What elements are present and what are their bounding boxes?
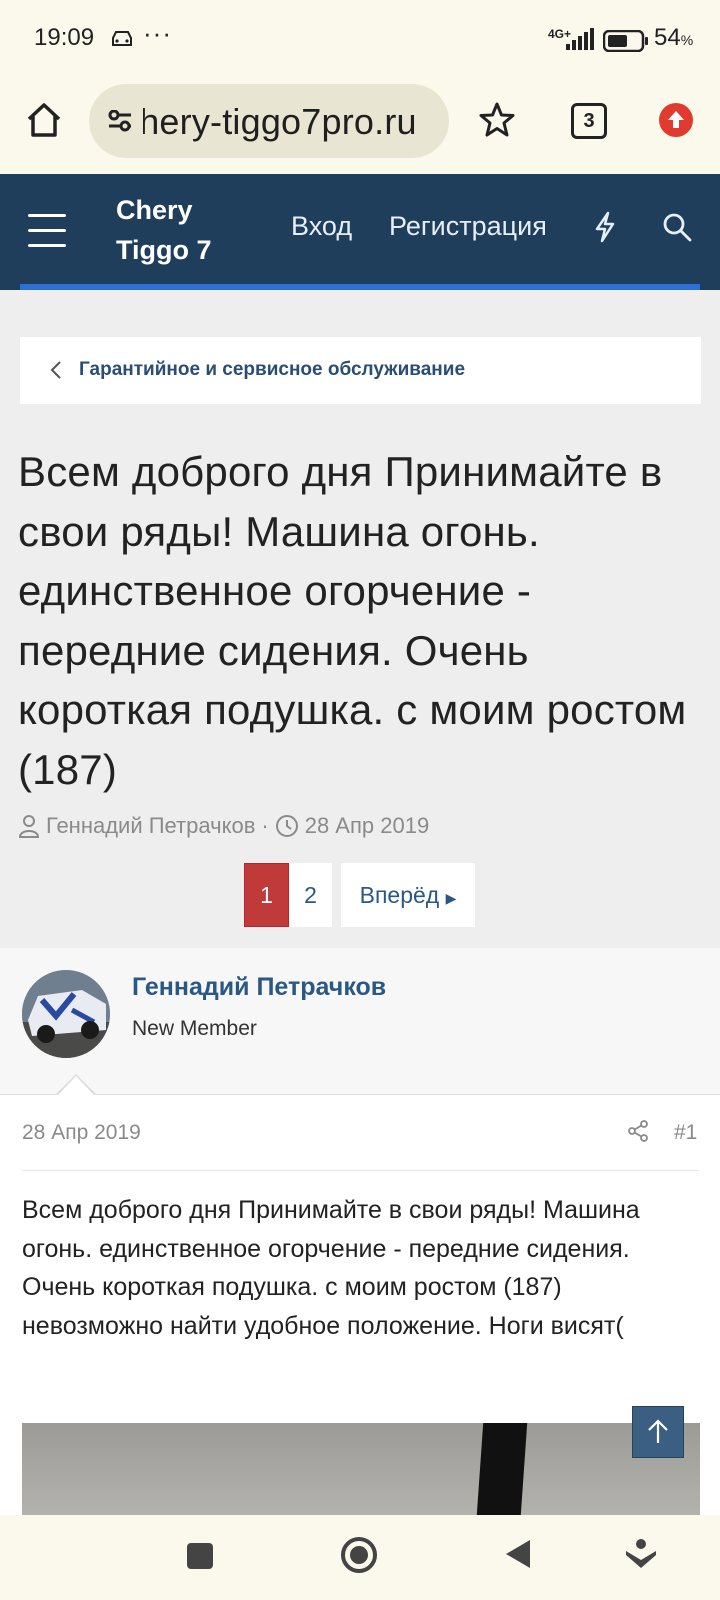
search-icon[interactable]: [662, 212, 692, 242]
back-icon[interactable]: [504, 1538, 532, 1570]
home-icon[interactable]: [25, 101, 63, 139]
url-text: chery-tiggo7pro.ru: [121, 101, 417, 142]
page-1-button[interactable]: 1: [244, 863, 289, 927]
status-time: 19:09: [34, 24, 95, 51]
post-username[interactable]: Геннадий Петрачков: [132, 973, 386, 1002]
register-link[interactable]: Регистрация: [389, 211, 547, 242]
update-icon[interactable]: [659, 103, 693, 137]
post-date[interactable]: 28 Апр 2019: [22, 1121, 141, 1145]
car-notification-icon: [112, 31, 132, 46]
caret-right-icon: ▶: [445, 890, 457, 906]
tab-switcher-button[interactable]: 3: [571, 103, 607, 139]
thread-meta: Геннадий Петрачков · 28 Апр 2019: [18, 813, 429, 839]
post-user-role: New Member: [132, 1017, 257, 1040]
scroll-to-top-button[interactable]: [632, 1406, 684, 1458]
bookmark-star-icon[interactable]: [478, 101, 516, 139]
divider: [22, 1170, 699, 1171]
recents-icon[interactable]: [186, 1542, 214, 1570]
breadcrumb-label[interactable]: Гарантийное и сервисное обслуживание: [79, 359, 465, 381]
next-page-button[interactable]: Вперёд ▶: [341, 863, 475, 927]
battery-percent: 54%: [654, 24, 694, 51]
post-image[interactable]: [22, 1423, 700, 1515]
site-settings-icon[interactable]: [107, 110, 133, 132]
status-bar: 19:09 ··· 4G+ 54%: [0, 0, 720, 80]
share-icon[interactable]: [626, 1119, 650, 1143]
battery-icon: [603, 30, 648, 52]
next-page-label: Вперёд: [359, 882, 440, 908]
breadcrumb[interactable]: Гарантийное и сервисное обслуживание: [20, 337, 701, 404]
avatar[interactable]: [22, 970, 110, 1058]
whats-new-bolt-icon[interactable]: [594, 211, 616, 243]
post-number[interactable]: #1: [674, 1121, 697, 1145]
post-text: Всем доброго дня Принимайте в свои ряды!…: [22, 1196, 640, 1340]
signal-icon: [566, 28, 594, 50]
accessibility-icon[interactable]: [624, 1538, 658, 1572]
arrow-up-icon: [648, 1419, 668, 1443]
meta-separator: ·: [261, 813, 269, 838]
site-logo[interactable]: Chery Tiggo 7: [116, 190, 212, 270]
thread-date[interactable]: 28 Апр 2019: [305, 813, 429, 839]
login-link[interactable]: Вход: [291, 211, 352, 242]
header-accent-bar: [20, 284, 700, 290]
menu-icon[interactable]: [28, 214, 66, 248]
thread-author[interactable]: Геннадий Петрачков: [46, 813, 255, 839]
address-bar[interactable]: chery-tiggo7pro.ru: [89, 84, 449, 158]
more-notifications-icon: ···: [143, 18, 172, 48]
home-nav-icon[interactable]: [340, 1536, 378, 1574]
page-2-button[interactable]: 2: [289, 863, 332, 927]
clock-icon: [275, 815, 298, 837]
chevron-left-icon: [50, 361, 61, 379]
user-icon: [18, 815, 40, 838]
thread-title: Всем доброго дня Принимайте в свои ряды!…: [18, 448, 687, 793]
